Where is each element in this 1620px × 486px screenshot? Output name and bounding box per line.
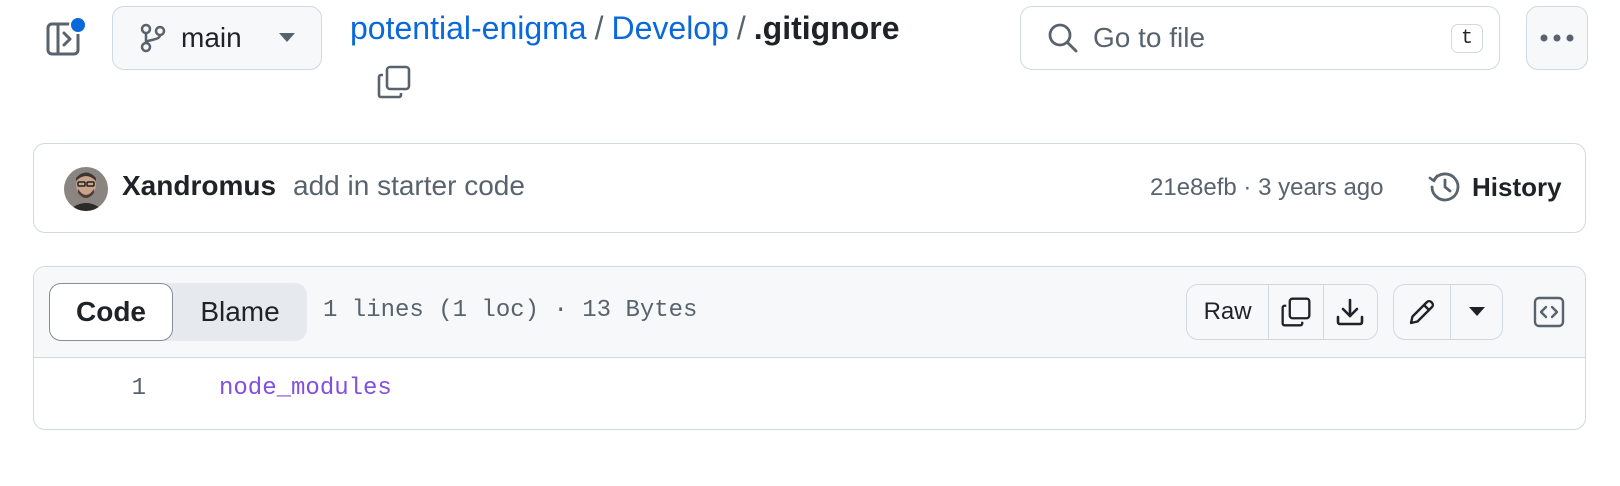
search-placeholder: Go to file bbox=[1093, 22, 1206, 53]
history-button[interactable]: History bbox=[1428, 170, 1562, 204]
edit-actions-group bbox=[1393, 284, 1503, 340]
copy-path-button[interactable] bbox=[376, 64, 412, 100]
breadcrumb-separator: / bbox=[594, 10, 604, 46]
commit-sha-time[interactable]: 21e8efb · 3 years ago bbox=[1150, 174, 1384, 202]
chevron-down-icon bbox=[1468, 307, 1485, 316]
tab-blame[interactable]: Blame bbox=[180, 283, 300, 341]
breadcrumb-repo-link[interactable]: potential-enigma bbox=[350, 10, 587, 46]
raw-label: Raw bbox=[1203, 298, 1252, 325]
copy-icon bbox=[1281, 297, 1311, 327]
commit-message-link[interactable]: add in starter code bbox=[293, 170, 525, 202]
more-options-button[interactable] bbox=[1526, 6, 1588, 70]
history-icon bbox=[1428, 172, 1460, 202]
sidebar-toggle-button[interactable] bbox=[44, 16, 88, 60]
commit-author-link[interactable]: Xandromus bbox=[122, 170, 276, 202]
copy-raw-button[interactable] bbox=[1269, 285, 1324, 339]
sidebar-expand-icon bbox=[46, 16, 87, 56]
branch-name: main bbox=[181, 22, 242, 53]
author-avatar-image bbox=[64, 167, 108, 211]
download-icon bbox=[1336, 298, 1364, 326]
code-square-icon bbox=[1533, 296, 1565, 328]
download-button[interactable] bbox=[1324, 285, 1377, 339]
breadcrumb-folder-link[interactable]: Develop bbox=[611, 10, 728, 46]
copy-icon bbox=[377, 65, 411, 99]
breadcrumb-current-file: .gitignore bbox=[753, 10, 900, 46]
edit-options-dropdown[interactable] bbox=[1451, 285, 1502, 339]
raw-button[interactable]: Raw bbox=[1187, 285, 1270, 339]
search-icon bbox=[1048, 23, 1078, 53]
tab-code[interactable]: Code bbox=[49, 283, 173, 341]
symbols-panel-button[interactable] bbox=[1524, 284, 1574, 340]
pencil-icon bbox=[1410, 299, 1435, 325]
avatar[interactable] bbox=[64, 167, 108, 211]
chevron-down-icon bbox=[279, 33, 295, 42]
branch-selector-button[interactable]: main bbox=[112, 6, 322, 70]
file-header: Code Blame 1 lines (1 loc) · 13 Bytes Ra… bbox=[34, 267, 1585, 358]
code-line: node_modules bbox=[219, 375, 392, 402]
search-shortcut-key: t bbox=[1450, 23, 1483, 53]
git-branch-icon bbox=[140, 23, 166, 53]
file-viewer: Code Blame 1 lines (1 loc) · 13 Bytes Ra… bbox=[33, 266, 1586, 430]
kebab-horizontal-icon bbox=[1540, 34, 1574, 42]
line-number[interactable]: 1 bbox=[34, 375, 146, 402]
raw-actions-group: Raw bbox=[1186, 284, 1378, 340]
go-to-file-search[interactable]: Go to file t bbox=[1020, 6, 1500, 70]
history-label: History bbox=[1472, 171, 1562, 202]
breadcrumb-separator: / bbox=[736, 10, 746, 46]
edit-file-button[interactable] bbox=[1394, 285, 1452, 339]
file-info: 1 lines (1 loc) · 13 Bytes bbox=[323, 297, 698, 324]
breadcrumb: potential-enigma / Develop / .gitignore bbox=[350, 10, 900, 47]
